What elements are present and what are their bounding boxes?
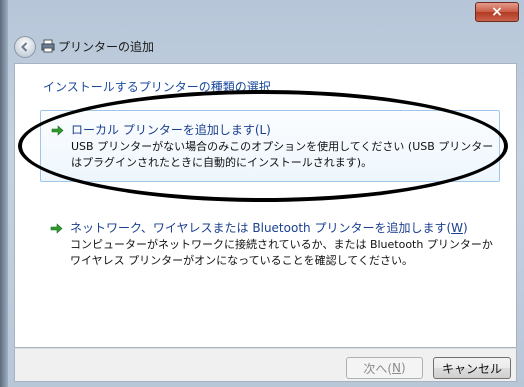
option-local-printer-description: USB プリンターがない場合のみこのオプションを使用してください (USB プリ… [71, 140, 494, 169]
option-network-mnemonic: W [451, 221, 464, 235]
next-mnemonic: N [392, 361, 401, 375]
window-edge [0, 0, 8, 387]
printer-icon [41, 39, 55, 53]
option-network-printer-title[interactable]: ネットワーク、ワイヤレスまたは Bluetooth プリンターを追加します(W) [70, 219, 468, 236]
option-local-printer[interactable]: ローカル プリンターを追加します(L) USB プリンターがない場合のみこのオプ… [40, 110, 500, 182]
content-panel: インストールするプリンターの種類の選択 ローカル プリンターを追加します(L) … [14, 63, 517, 348]
back-button[interactable] [14, 36, 36, 58]
close-button[interactable]: × [475, 2, 519, 22]
green-arrow-icon [51, 125, 64, 136]
next-suffix: ) [400, 361, 406, 375]
option-network-title-suffix: ) [463, 221, 468, 235]
option-network-printer[interactable]: ネットワーク、ワイヤレスまたは Bluetooth プリンターを追加します(W)… [40, 214, 500, 274]
window-title: プリンターの追加 [58, 40, 155, 54]
green-arrow-icon [50, 223, 63, 234]
back-arrow-icon [21, 42, 28, 52]
button-bar: 次へ(N) キャンセル [14, 348, 517, 382]
page-heading: インストールするプリンターの種類の選択 [43, 80, 271, 94]
close-icon: × [491, 4, 503, 20]
option-local-printer-title[interactable]: ローカル プリンターを追加します(L) [71, 121, 271, 138]
cancel-button[interactable]: キャンセル [433, 357, 511, 379]
option-network-title-text: ネットワーク、ワイヤレスまたは Bluetooth プリンターを追加します( [70, 221, 452, 235]
option-network-printer-description: コンピューターがネットワークに接続されているか、または Bluetooth プリ… [70, 238, 493, 267]
next-button[interactable]: 次へ(N) [346, 357, 423, 379]
next-label: 次へ( [363, 361, 392, 376]
